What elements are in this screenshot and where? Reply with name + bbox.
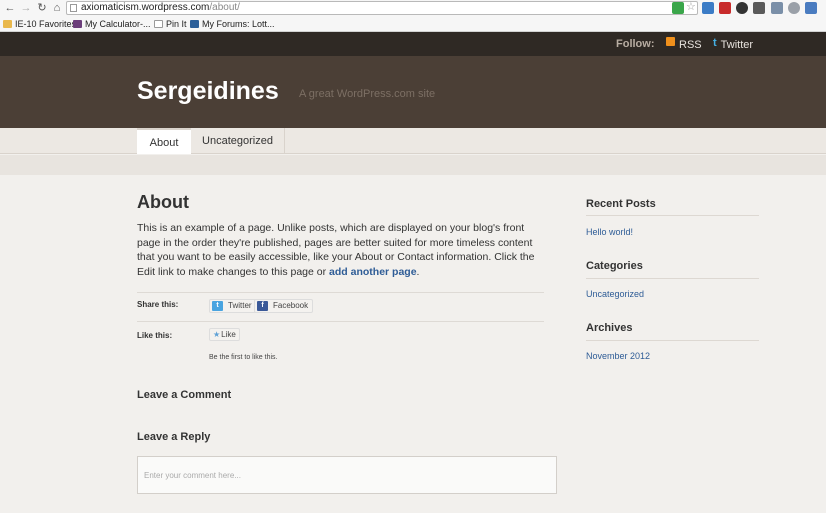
add-another-page-link[interactable]: add another page bbox=[329, 266, 417, 278]
share-twitter-label: Twitter bbox=[228, 301, 252, 310]
extension-ball-icon[interactable] bbox=[736, 2, 748, 14]
category-uncategorized-link[interactable]: Uncategorized bbox=[586, 289, 644, 299]
extension-blue-icon[interactable] bbox=[702, 2, 714, 14]
archives-title: Archives bbox=[586, 322, 633, 334]
share-facebook-button[interactable]: f Facebook bbox=[254, 299, 314, 313]
leave-reply-heading: Leave a Reply bbox=[137, 431, 211, 443]
widget-divider bbox=[586, 278, 759, 279]
site-title[interactable]: Sergeidines bbox=[137, 77, 279, 106]
extension-w-icon[interactable] bbox=[672, 2, 684, 14]
leave-comment-heading[interactable]: Leave a Comment bbox=[137, 389, 231, 401]
bookmark-my-calculator[interactable]: My Calculator-... bbox=[73, 17, 151, 31]
bookmark-star-icon[interactable]: ☆ bbox=[686, 0, 696, 13]
share-twitter-button[interactable]: t Twitter bbox=[209, 299, 257, 313]
url-domain: axiomaticism.wordpress.com bbox=[81, 2, 210, 13]
browser-toolbar: ← → ↻ ⌂ axiomaticism.wordpress.com/about… bbox=[0, 0, 826, 17]
twitter-link[interactable]: t Twitter bbox=[713, 37, 753, 51]
twitter-icon: t bbox=[713, 37, 717, 49]
forward-button[interactable]: → bbox=[19, 1, 33, 15]
url-path: /about/ bbox=[209, 2, 240, 13]
extension-dark-icon[interactable] bbox=[753, 2, 765, 14]
like-button-label: Like bbox=[221, 330, 236, 339]
browser-chrome: ← → ↻ ⌂ axiomaticism.wordpress.com/about… bbox=[0, 0, 826, 32]
bookmark-ie10-favorites[interactable]: IE-10 Favorites bbox=[3, 17, 76, 31]
facebook-icon: f bbox=[257, 301, 268, 311]
like-button[interactable]: ★Like bbox=[209, 328, 240, 341]
site-tagline: A great WordPress.com site bbox=[299, 88, 436, 100]
calculator-icon bbox=[73, 20, 82, 28]
recent-post-hello-world-link[interactable]: Hello world! bbox=[586, 227, 633, 237]
bookmarks-bar: IE-10 Favorites My Calculator-... Pin It… bbox=[0, 17, 826, 31]
extension-red-icon[interactable] bbox=[719, 2, 731, 14]
share-this-label: Share this: bbox=[137, 300, 179, 309]
folder-icon bbox=[3, 20, 12, 28]
rss-label: RSS bbox=[679, 39, 702, 51]
widget-divider bbox=[586, 215, 759, 216]
divider bbox=[137, 292, 544, 293]
share-facebook-label: Facebook bbox=[273, 301, 309, 310]
forum-icon bbox=[190, 20, 199, 28]
bookmark-pin-it[interactable]: Pin It bbox=[154, 17, 187, 31]
back-button[interactable]: ← bbox=[3, 1, 17, 15]
twitter-icon: t bbox=[212, 301, 223, 311]
address-bar[interactable]: axiomaticism.wordpress.com/about/ bbox=[66, 1, 698, 15]
menu-item-about[interactable]: About bbox=[137, 128, 191, 154]
bookmark-label: My Forums: Lott... bbox=[202, 19, 275, 29]
star-icon: ★ bbox=[213, 330, 221, 339]
masthead: Sergeidines A great WordPress.com site bbox=[0, 56, 826, 128]
categories-title: Categories bbox=[586, 260, 643, 272]
widget-divider bbox=[586, 340, 759, 341]
bookmark-label: Pin It bbox=[166, 19, 187, 29]
bookmark-label: IE-10 Favorites bbox=[15, 19, 77, 29]
bookmark-label: My Calculator-... bbox=[85, 19, 151, 29]
recent-posts-title: Recent Posts bbox=[586, 198, 656, 210]
rss-link[interactable]: RSS bbox=[666, 37, 702, 51]
main-menu: About Uncategorized bbox=[0, 128, 826, 154]
divider bbox=[137, 321, 544, 322]
reload-button[interactable]: ↻ bbox=[35, 1, 49, 15]
first-to-like-text: Be the first to like this. bbox=[209, 354, 278, 361]
page-icon bbox=[70, 4, 77, 12]
twitter-label: Twitter bbox=[720, 39, 754, 51]
comment-box[interactable] bbox=[137, 456, 557, 494]
menu-underline-strip bbox=[0, 155, 826, 175]
page-icon bbox=[154, 20, 163, 28]
rss-icon bbox=[666, 37, 675, 46]
extension-people-icon[interactable] bbox=[771, 2, 783, 14]
follow-bar: Follow: RSS t Twitter bbox=[0, 32, 826, 56]
comment-input[interactable] bbox=[138, 457, 556, 493]
archive-november-2012-link[interactable]: November 2012 bbox=[586, 351, 650, 361]
like-this-label: Like this: bbox=[137, 331, 173, 340]
follow-label: Follow: bbox=[616, 38, 655, 50]
menu-item-uncategorized[interactable]: Uncategorized bbox=[191, 128, 285, 154]
home-button[interactable]: ⌂ bbox=[50, 1, 64, 15]
bookmark-my-forums[interactable]: My Forums: Lott... bbox=[190, 17, 275, 31]
extension-search-icon[interactable] bbox=[788, 2, 800, 14]
page-title: About bbox=[137, 192, 189, 212]
body-end: . bbox=[416, 265, 420, 278]
page-content: This is an example of a page. Unlike pos… bbox=[137, 221, 547, 279]
extension-user-icon[interactable] bbox=[805, 2, 817, 14]
